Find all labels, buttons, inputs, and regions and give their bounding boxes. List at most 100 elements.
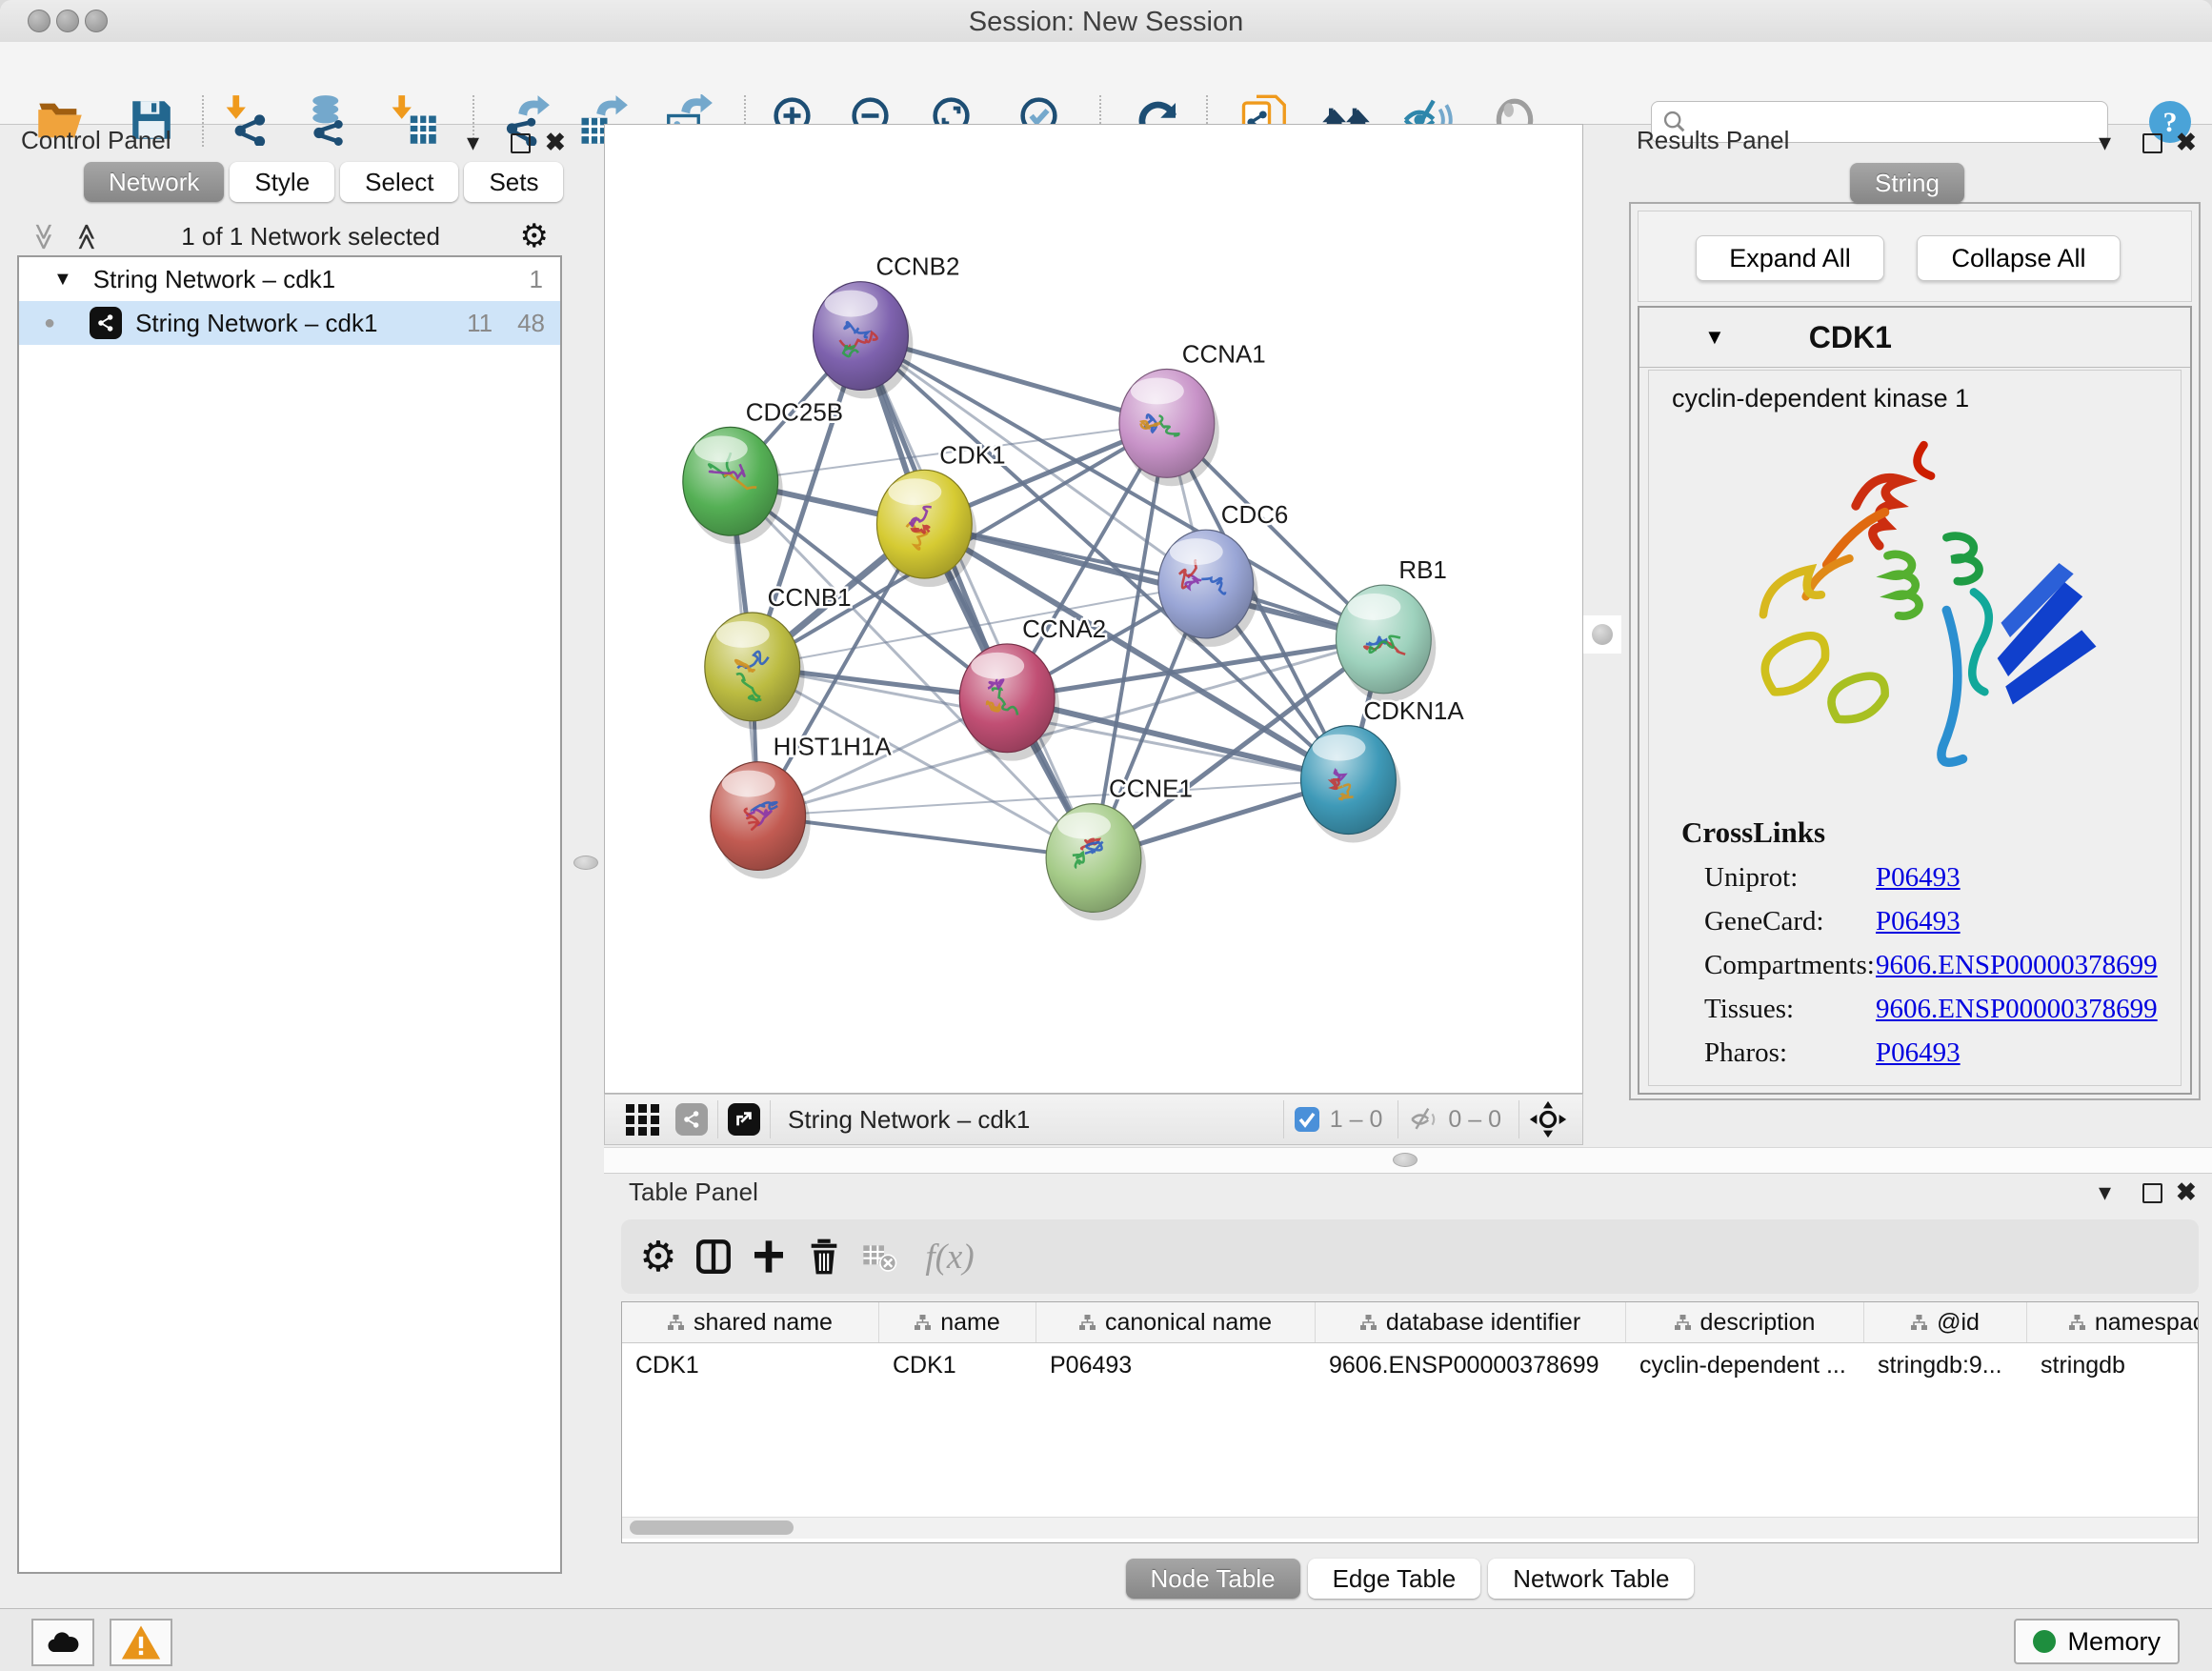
column-header--id[interactable]: @id — [1864, 1302, 2027, 1342]
collection-count: 1 — [530, 265, 543, 294]
results-panel-menu-icon[interactable]: ▾ — [2099, 130, 2111, 154]
columns-icon[interactable] — [686, 1229, 741, 1284]
left-splitter-grip[interactable] — [573, 856, 598, 870]
tab-network[interactable]: Network — [84, 162, 224, 202]
column-header-canonical-name[interactable]: canonical name — [1036, 1302, 1316, 1342]
table-cell: stringdb — [2027, 1343, 2199, 1387]
table-panel-close-icon[interactable]: ✖ — [2176, 1179, 2197, 1204]
gene-header-row[interactable]: ▼ CDK1 — [1639, 308, 2190, 368]
warning-icon — [121, 1623, 161, 1661]
tab-node-table[interactable]: Node Table — [1126, 1559, 1300, 1599]
warning-button[interactable] — [110, 1619, 172, 1666]
table-cell: CDK1 — [879, 1343, 1036, 1387]
memory-status-icon — [2033, 1630, 2056, 1653]
crosslink-link[interactable]: 9606.ENSP00000378699 — [1876, 950, 2158, 981]
node-table: shared name namecanonical namedatabase id… — [621, 1301, 2199, 1543]
gear-icon[interactable]: ⚙ — [520, 217, 549, 255]
grid-view-icon[interactable] — [626, 1102, 660, 1137]
column-label: shared name — [694, 1309, 833, 1337]
table-row[interactable]: CDK1CDK1P064939606.ENSP00000378699cyclin… — [622, 1343, 2198, 1387]
network-node-CDK1[interactable]: CDK1 — [876, 442, 1005, 587]
crosslink-link[interactable]: 9606.ENSP00000378699 — [1876, 994, 2158, 1025]
import-network-icon[interactable] — [220, 93, 273, 147]
network-node-CDKN1A[interactable]: CDKN1A — [1301, 698, 1465, 843]
column-header-name[interactable]: name — [879, 1302, 1036, 1342]
toolbar-separator — [1283, 1100, 1284, 1138]
main-toolbar: ? — [0, 42, 2212, 125]
node-count: 11 — [467, 309, 493, 338]
network-node-CCNB2[interactable]: CCNB2 — [814, 254, 960, 399]
scrollbar-thumb[interactable] — [630, 1520, 794, 1535]
tab-select[interactable]: Select — [340, 162, 458, 202]
delete-column-icon[interactable] — [796, 1229, 852, 1284]
network-node-HIST1H1A[interactable]: HIST1H1A — [711, 735, 893, 879]
import-database-icon[interactable] — [301, 93, 354, 147]
network-canvas[interactable]: CCNB2CCNA1CDC25BCDK1CDC6RB1CCNB1CCNA2CDK… — [604, 124, 1583, 1094]
open-view-icon[interactable] — [728, 1103, 760, 1136]
expand-all-button[interactable]: Expand All — [1696, 235, 1884, 281]
network-node-CCNB1[interactable]: CCNB1 — [705, 585, 852, 730]
crosslink-row: GeneCard:P06493 — [1704, 906, 2181, 937]
table-gear-icon[interactable]: ⚙ — [631, 1229, 686, 1284]
results-panel-close-icon[interactable]: ✖ — [2176, 130, 2197, 154]
tab-edge-table[interactable]: Edge Table — [1308, 1559, 1481, 1599]
selected-count: 1 – 0 — [1330, 1106, 1383, 1134]
node-label: CCNB2 — [875, 254, 959, 281]
delete-table-icon[interactable] — [852, 1229, 907, 1284]
selected-checkbox-icon[interactable] — [1294, 1106, 1320, 1133]
tab-style[interactable]: Style — [230, 162, 334, 202]
collapse-triangle-icon[interactable]: ▼ — [1704, 325, 1725, 350]
toolbar-separator — [202, 95, 204, 147]
column-header-namespace[interactable]: namespace — [2027, 1302, 2199, 1342]
horizontal-splitter-grip[interactable] — [1393, 1153, 1418, 1167]
column-header-shared-name[interactable]: shared name — [622, 1302, 879, 1342]
network-list: ▼ String Network – cdk1 1 ● String Netwo… — [17, 255, 562, 1574]
memory-button[interactable]: Memory — [2014, 1619, 2180, 1664]
right-splitter-grip[interactable] — [1583, 615, 1621, 654]
tab-sets[interactable]: Sets — [464, 162, 563, 202]
hidden-count: 0 – 0 — [1448, 1106, 1501, 1134]
network-collection-row[interactable]: ▼ String Network – cdk1 1 — [19, 257, 560, 301]
crosslink-label: Compartments: — [1704, 950, 1876, 981]
collapse-all-button[interactable]: Collapse All — [1917, 235, 2121, 281]
toolbar-separator — [770, 1100, 771, 1138]
network-node-CDC25B[interactable]: CDC25B — [683, 399, 843, 544]
control-panel-menu-icon[interactable]: ▾ — [467, 130, 479, 154]
collapse-all-icon[interactable]: ≫ — [29, 222, 60, 250]
add-column-icon[interactable] — [741, 1229, 796, 1284]
tab-string[interactable]: String — [1850, 163, 1964, 203]
network-row-selected[interactable]: ● String Network – cdk1 11 48 — [19, 301, 560, 345]
node-label: CDKN1A — [1363, 698, 1464, 725]
expand-all-icon[interactable]: ≪ — [71, 222, 103, 250]
tab-network-table[interactable]: Network Table — [1488, 1559, 1694, 1599]
network-row-label: String Network – cdk1 — [135, 309, 377, 338]
crosslink-link[interactable]: P06493 — [1876, 862, 1961, 894]
table-horizontal-scrollbar[interactable] — [622, 1517, 2198, 1539]
cloud-button[interactable] — [31, 1619, 94, 1666]
column-header-description[interactable]: description — [1626, 1302, 1864, 1342]
network-node-RB1[interactable]: RB1 — [1336, 557, 1446, 702]
collapse-triangle-icon[interactable]: ▼ — [53, 269, 72, 291]
control-panel-float-icon[interactable] — [511, 133, 531, 153]
control-panel-close-icon[interactable]: ✖ — [545, 130, 566, 154]
results-panel-float-icon[interactable] — [2142, 133, 2162, 153]
memory-label: Memory — [2067, 1627, 2161, 1657]
hidden-eye-icon[interactable] — [1408, 1103, 1440, 1136]
node-label: CDC25B — [746, 399, 843, 426]
crosslink-link[interactable]: P06493 — [1876, 1037, 1961, 1069]
network-node-CCNA1[interactable]: CCNA1 — [1119, 342, 1266, 487]
table-cell: CDK1 — [622, 1343, 879, 1387]
network-edge[interactable] — [860, 336, 1094, 858]
string-network-icon — [90, 307, 122, 339]
column-header-database-identifier[interactable]: database identifier — [1316, 1302, 1626, 1342]
crosslink-row: Uniprot:P06493 — [1704, 862, 2181, 894]
crosslink-link[interactable]: P06493 — [1876, 906, 1961, 937]
birdseye-icon[interactable] — [1529, 1100, 1567, 1138]
network-share-icon[interactable] — [675, 1103, 708, 1136]
function-builder-icon[interactable]: f(x) — [907, 1229, 993, 1284]
table-panel-float-icon[interactable] — [2142, 1183, 2162, 1203]
table-panel-menu-icon[interactable]: ▾ — [2099, 1179, 2111, 1204]
control-panel-title: Control Panel — [21, 126, 171, 155]
import-table-icon[interactable] — [386, 93, 439, 147]
column-label: @id — [1937, 1309, 1980, 1337]
